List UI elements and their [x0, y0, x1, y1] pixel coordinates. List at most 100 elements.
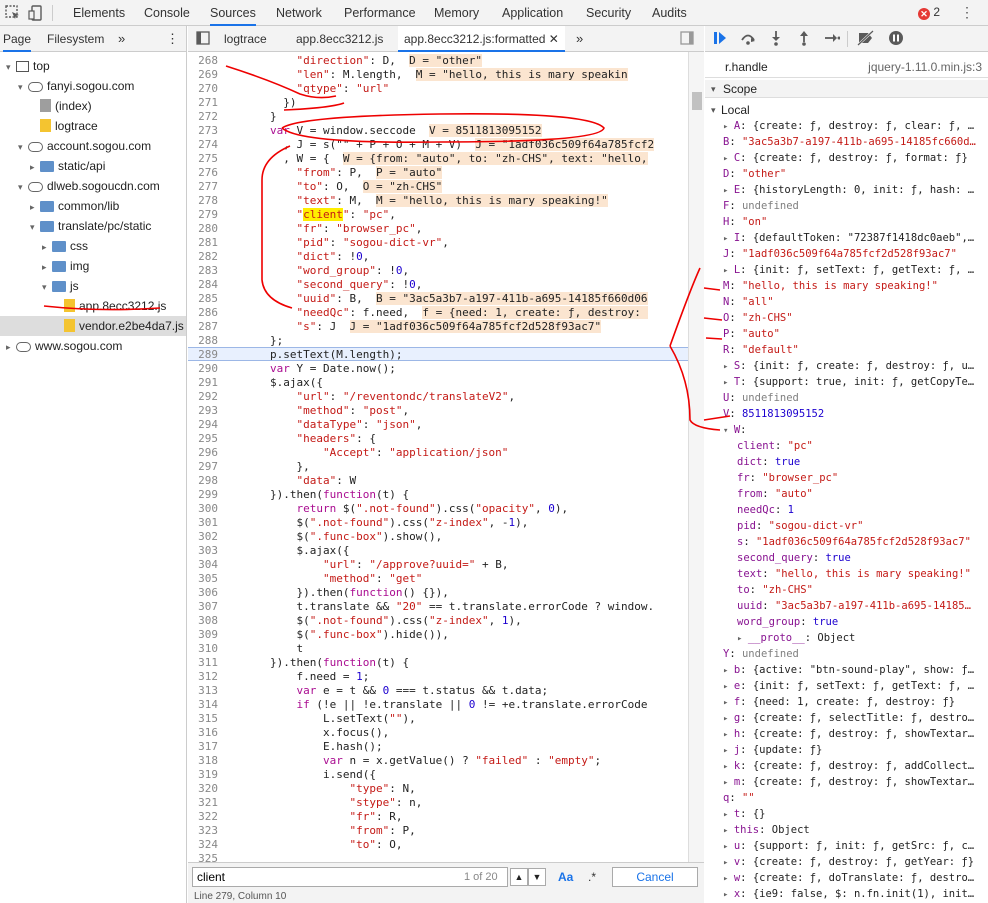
expand-right-icon[interactable]: ▸	[723, 874, 734, 884]
line-number[interactable]: 294	[188, 418, 218, 432]
scope-variable[interactable]: ▸ L: {init: ƒ, setText: ƒ, getText: ƒ, …	[723, 262, 988, 278]
line-number[interactable]: 323	[188, 824, 218, 838]
line-number[interactable]: 272	[188, 110, 218, 124]
expand-down-icon[interactable]: ▾	[18, 137, 28, 157]
scope-variable[interactable]: ▸ g: {create: ƒ, selectTitle: ƒ, destro…	[723, 710, 988, 726]
scope-variable[interactable]: word_group: true	[737, 614, 988, 630]
line-number[interactable]: 319	[188, 768, 218, 782]
scope-variable[interactable]: U: undefined	[723, 390, 988, 406]
line-number[interactable]: 299	[188, 488, 218, 502]
expand-right-icon[interactable]: ▸	[723, 666, 734, 676]
expand-down-icon[interactable]: ▾	[6, 57, 16, 77]
expand-down-icon[interactable]: ▾	[18, 77, 28, 97]
tree-item[interactable]: (index)	[30, 96, 92, 116]
line-number[interactable]: 318	[188, 754, 218, 768]
scope-variable[interactable]: ▸ h: {create: ƒ, destroy: ƒ, showTextar…	[723, 726, 988, 742]
step-out-icon[interactable]	[795, 30, 813, 48]
tab-sources[interactable]: Sources	[210, 0, 256, 26]
tab-page[interactable]: Page	[3, 26, 32, 52]
line-number[interactable]: 288	[188, 334, 218, 348]
line-number[interactable]: 278	[188, 194, 218, 208]
scope-variable[interactable]: second_query: true	[737, 550, 988, 566]
scope-variable[interactable]: ▸ E: {historyLength: 0, init: ƒ, hash: …	[723, 182, 988, 198]
vertical-scrollbar[interactable]	[688, 52, 704, 870]
tree-item[interactable]: ▾ account.sogou.com	[18, 136, 151, 156]
scope-variable[interactable]: client: "pc"	[737, 438, 988, 454]
inspect-element-icon[interactable]	[4, 4, 22, 22]
scope-variable[interactable]: B: "3ac5a3b7-a197-411b-a695-14185fc660d…	[723, 134, 988, 150]
scope-variable[interactable]: text: "hello, this is mary speaking!"	[737, 566, 988, 582]
scope-variable[interactable]: ▸ k: {create: ƒ, destroy: ƒ, addCollect…	[723, 758, 988, 774]
scope-variable[interactable]: ▸ m: {create: ƒ, destroy: ƒ, showTextar…	[723, 774, 988, 790]
toggle-navigator-icon[interactable]	[196, 26, 210, 52]
line-number[interactable]: 289	[188, 348, 218, 362]
expand-right-icon[interactable]: ▸	[723, 714, 734, 724]
navigator-menu-icon[interactable]: ⋮	[166, 26, 179, 52]
tab-application[interactable]: Application	[502, 0, 563, 26]
expand-down-icon[interactable]: ▾	[42, 277, 52, 297]
line-number[interactable]: 300	[188, 502, 218, 516]
expand-right-icon[interactable]: ▸	[723, 378, 734, 388]
scope-variable[interactable]: ▸ f: {need: 1, create: ƒ, destroy: ƒ}	[723, 694, 988, 710]
device-toolbar-icon[interactable]	[28, 4, 46, 22]
scope-variable[interactable]: V: 8511813095152	[723, 406, 988, 422]
line-number[interactable]: 317	[188, 740, 218, 754]
line-number[interactable]: 302	[188, 530, 218, 544]
scope-variable[interactable]: ▸ this: Object	[723, 822, 988, 838]
tree-item[interactable]: ▸ www.sogou.com	[6, 336, 122, 356]
toggle-debugger-icon[interactable]	[680, 26, 694, 52]
expand-right-icon[interactable]: ▸	[723, 698, 734, 708]
scope-variable[interactable]: ▸ T: {support: true, init: ƒ, getCopyTe…	[723, 374, 988, 390]
expand-right-icon[interactable]: ▸	[723, 890, 734, 900]
scope-variable[interactable]: dict: true	[737, 454, 988, 470]
more-options-icon[interactable]: ⋮	[960, 4, 974, 21]
line-number[interactable]: 283	[188, 264, 218, 278]
line-number[interactable]: 320	[188, 782, 218, 796]
line-number[interactable]: 273	[188, 124, 218, 138]
line-number[interactable]: 293	[188, 404, 218, 418]
scope-variable[interactable]: ▸ S: {init: ƒ, create: ƒ, destroy: ƒ, u…	[723, 358, 988, 374]
scope-variable[interactable]: ▸ u: {support: ƒ, init: ƒ, getSrc: ƒ, c…	[723, 838, 988, 854]
scope-variable[interactable]: ▸ b: {active: "btn-sound-play", show: ƒ…	[723, 662, 988, 678]
line-number[interactable]: 287	[188, 320, 218, 334]
search-cancel-button[interactable]: Cancel	[612, 867, 698, 887]
line-number[interactable]: 280	[188, 222, 218, 236]
tree-item[interactable]: ▸ css	[42, 236, 88, 256]
scope-variable[interactable]: N: "all"	[723, 294, 988, 310]
line-number[interactable]: 310	[188, 642, 218, 656]
line-number[interactable]: 279	[188, 208, 218, 222]
line-number[interactable]: 308	[188, 614, 218, 628]
expand-right-icon[interactable]: ▸	[30, 157, 40, 177]
tree-item[interactable]: ▸ img	[42, 256, 89, 276]
tab-network[interactable]: Network	[276, 0, 322, 26]
code-view[interactable]: 268 "direction": D, D = "other" 269 "len"…	[188, 52, 704, 870]
scope-variable[interactable]: R: "default"	[723, 342, 988, 358]
tab-performance[interactable]: Performance	[344, 0, 416, 26]
line-number[interactable]: 269	[188, 68, 218, 82]
deactivate-breakpoints-icon[interactable]	[857, 30, 875, 48]
scope-variable[interactable]: F: undefined	[723, 198, 988, 214]
line-number[interactable]: 305	[188, 572, 218, 586]
close-tab-icon[interactable]: ✕	[549, 32, 559, 46]
line-number[interactable]: 295	[188, 432, 218, 446]
expand-right-icon[interactable]: ▸	[723, 682, 734, 692]
line-number[interactable]: 297	[188, 460, 218, 474]
tree-item[interactable]: ▾ dlweb.sogoucdn.com	[18, 176, 160, 196]
scope-section-header[interactable]: ▾ Scope	[705, 80, 988, 98]
expand-right-icon[interactable]: ▸	[723, 826, 734, 836]
error-count-badge[interactable]: ✕ 2	[918, 5, 940, 20]
scope-variable[interactable]: O: "zh-CHS"	[723, 310, 988, 326]
expand-right-icon[interactable]: ▸	[723, 778, 734, 788]
line-number[interactable]: 324	[188, 838, 218, 852]
tree-item[interactable]: ▾ top	[6, 56, 50, 76]
line-number[interactable]: 306	[188, 586, 218, 600]
scope-variable[interactable]: D: "other"	[723, 166, 988, 182]
scope-variable[interactable]: ▸ __proto__: Object	[737, 630, 988, 646]
line-number[interactable]: 313	[188, 684, 218, 698]
line-number[interactable]: 270	[188, 82, 218, 96]
line-number[interactable]: 311	[188, 656, 218, 670]
line-number[interactable]: 268	[188, 54, 218, 68]
scope-variable[interactable]: ▸ A: {create: ƒ, destroy: ƒ, clear: ƒ, …	[723, 118, 988, 134]
scrollbar-thumb[interactable]	[692, 92, 702, 110]
line-number[interactable]: 281	[188, 236, 218, 250]
